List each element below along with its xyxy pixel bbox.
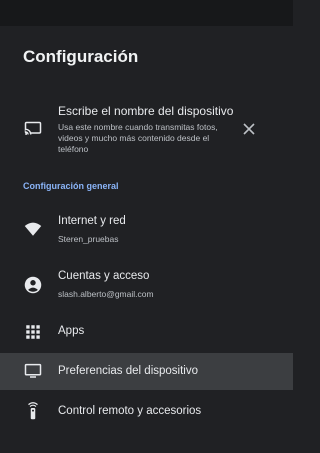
menu-item-apps[interactable]: Apps [0,315,293,349]
menu-item-internet[interactable]: Internet y red Steren_pruebas [0,206,293,256]
menu-item-label: Internet y red [58,215,126,227]
menu-item-subtitle: Steren_pruebas [58,234,119,244]
wifi-icon [24,222,42,236]
notice-description: Usa este nombre cuando transmitas fotos,… [58,122,218,154]
menu-item-label: Cuentas y acceso [58,270,150,282]
menu-item-accounts[interactable]: Cuentas y acceso slash.alberto@gmail.com [0,261,293,311]
section-label-general: Configuración general [23,181,119,191]
menu-item-label: Apps [58,325,85,337]
top-band [0,0,293,26]
menu-item-label: Control remoto y accesorios [58,405,202,417]
cast-icon [24,121,42,136]
tv-icon [24,363,42,378]
settings-panel: Configuración Escribe el nombre del disp… [0,0,293,453]
account-icon [24,276,42,294]
menu-item-label: Preferencias del dispositivo [58,365,198,377]
menu-item-remote[interactable]: Control remoto y accesorios [0,394,293,430]
apps-grid-icon [26,325,40,339]
page-title: Configuración [23,47,139,66]
remote-icon [28,402,38,420]
device-name-notice[interactable]: Escribe el nombre del dispositivo Usa es… [0,92,293,162]
menu-item-device-preferences[interactable]: Preferencias del dispositivo [0,353,293,390]
close-icon[interactable] [241,121,257,137]
menu-item-subtitle: slash.alberto@gmail.com [58,289,154,299]
notice-heading: Escribe el nombre del dispositivo [58,104,234,118]
